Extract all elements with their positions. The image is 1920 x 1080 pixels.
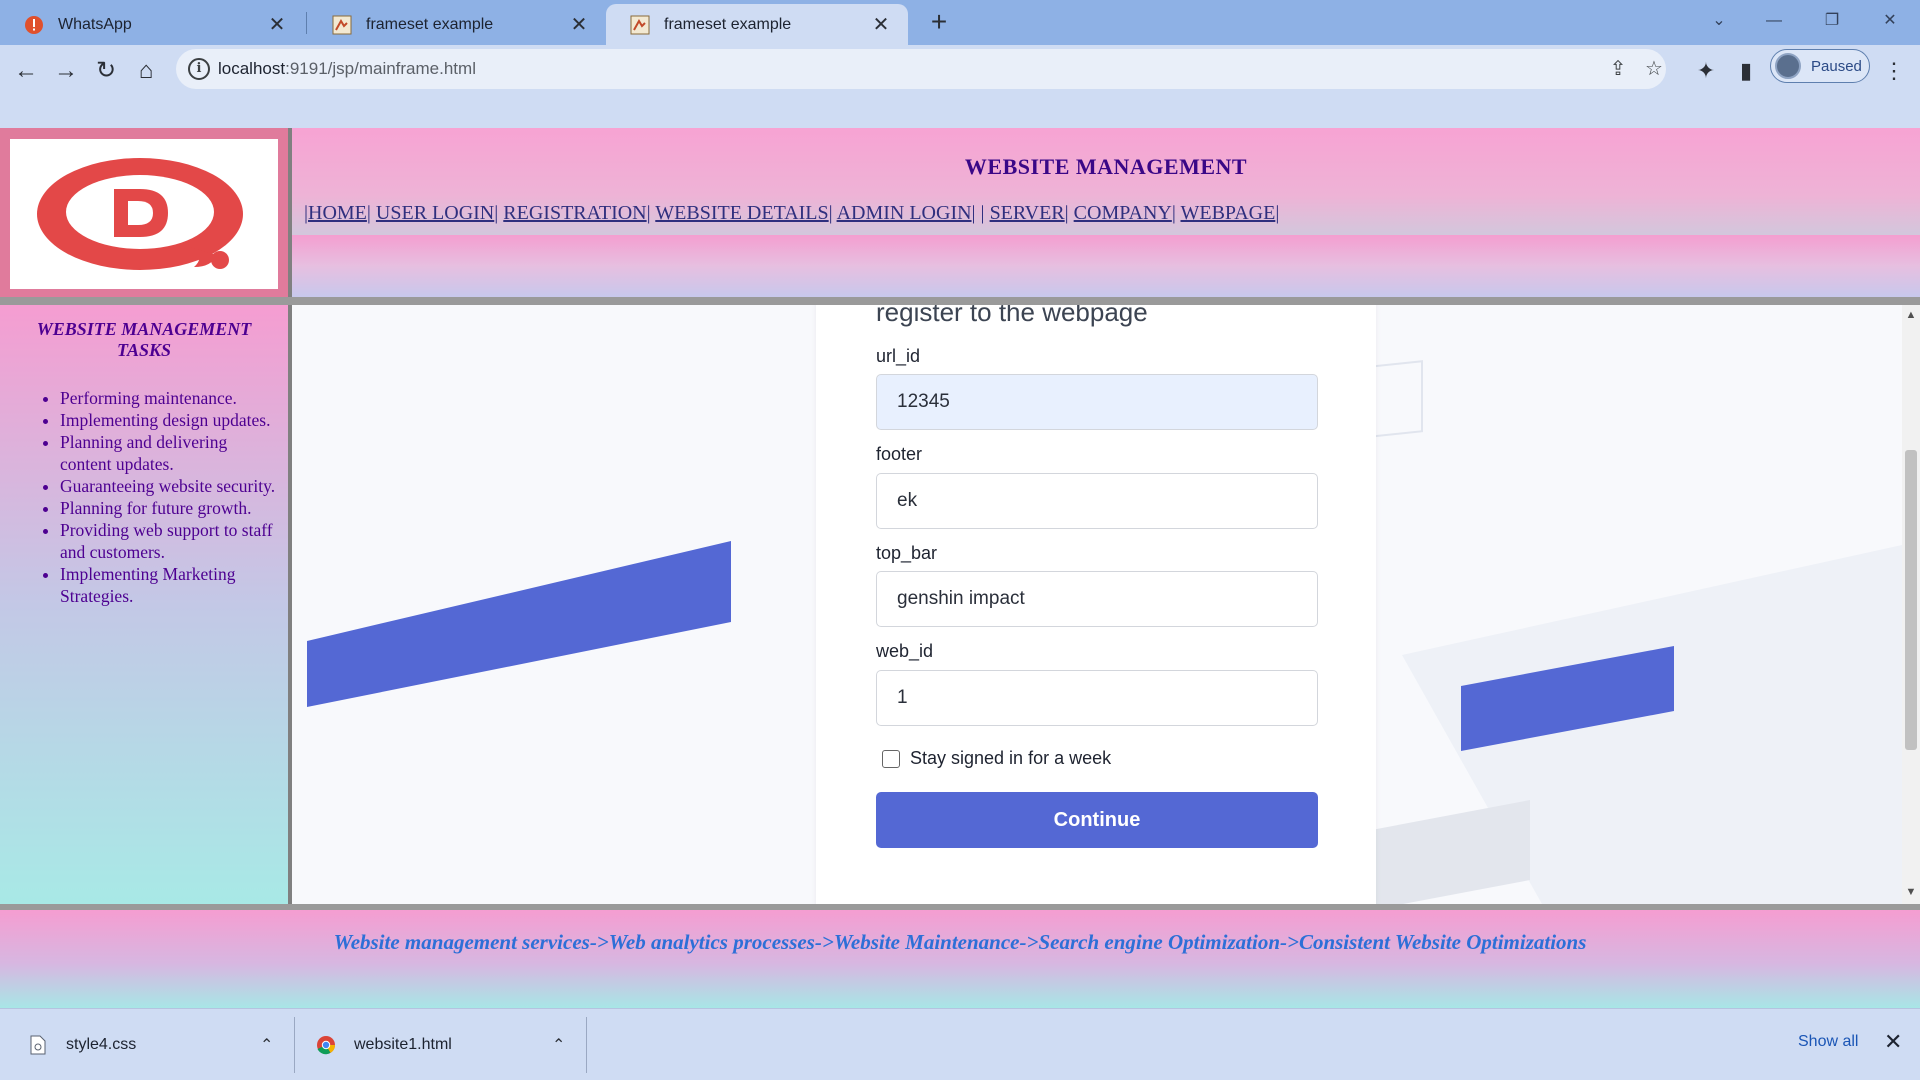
tab-title: WhatsApp: [58, 15, 132, 33]
chevron-up-icon[interactable]: ⌃: [260, 1035, 273, 1055]
page-favicon: [630, 15, 650, 35]
d-logo-icon: [37, 158, 243, 270]
tab-title: frameset example: [664, 15, 792, 33]
close-window-icon[interactable]: ✕: [1870, 6, 1910, 36]
tab-title: frameset example: [366, 15, 494, 33]
nav-user-login-link[interactable]: USER LOGIN: [376, 202, 494, 224]
list-item: Implementing Marketing Strategies.: [60, 563, 276, 607]
forward-arrow-icon[interactable]: →: [48, 53, 84, 89]
continue-button[interactable]: Continue: [876, 792, 1318, 848]
close-tab-icon[interactable]: ✕: [870, 14, 892, 36]
page-title: WEBSITE MANAGEMENT: [964, 154, 1248, 179]
nav-webpage-link[interactable]: WEBPAGE: [1181, 202, 1276, 224]
list-item: Performing maintenance.: [60, 387, 276, 409]
address-bar[interactable]: i localhost:9191/jsp/mainframe.html ⇪ ☆: [176, 49, 1666, 89]
frameset-page: WEBSITE MANAGEMENT |HOME| USER LOGIN| RE…: [0, 128, 1920, 1008]
scrollbar-thumb[interactable]: [1905, 450, 1917, 750]
bookmark-star-icon[interactable]: ☆: [1642, 57, 1666, 81]
close-tab-icon[interactable]: ✕: [266, 14, 288, 36]
footer-marquee-text: Website management services->Web analyti…: [333, 930, 1587, 954]
download-shelf: style4.css ⌃ website1.html ⌃ Show all ✕: [0, 1008, 1920, 1080]
site-info-icon[interactable]: i: [188, 58, 210, 80]
tab-search-chevron-icon[interactable]: ⌄: [1699, 6, 1739, 36]
list-item: Providing web support to staff and custo…: [60, 519, 276, 563]
top-bar-input[interactable]: genshin impact: [876, 571, 1318, 627]
logo-frame: [0, 128, 288, 297]
download-item-website1[interactable]: website1.html ⌃: [316, 1009, 566, 1080]
top-nav: |HOME| USER LOGIN| REGISTRATION| WEBSITE…: [304, 202, 1280, 224]
tab-frameset-1[interactable]: frameset example ✕: [308, 4, 606, 45]
header-band: [292, 235, 1920, 297]
close-tab-icon[interactable]: ✕: [568, 14, 590, 36]
stay-signed-in-label: Stay signed in for a week: [910, 748, 1112, 768]
list-item: Planning and delivering content updates.: [60, 431, 276, 475]
home-icon[interactable]: ⌂: [128, 53, 164, 89]
nav-admin-login-link[interactable]: ADMIN LOGIN: [837, 202, 972, 224]
shelf-separator: [586, 1017, 587, 1073]
list-item: Planning for future growth.: [60, 497, 276, 519]
scrollbar[interactable]: ▲ ▼: [1902, 305, 1920, 904]
download-item-style4[interactable]: style4.css ⌃: [28, 1009, 278, 1080]
restore-icon[interactable]: ❐: [1812, 6, 1852, 36]
registration-card: register to the webpage url_id 12345 foo…: [816, 305, 1376, 904]
url-path: :9191/jsp/mainframe.html: [285, 59, 476, 78]
whatsapp-alert-icon: [24, 15, 44, 35]
browser-tab-strip: WhatsApp ✕ frameset example ✕ frameset e…: [0, 0, 1920, 45]
url-host: localhost: [218, 59, 286, 78]
minimize-icon[interactable]: —: [1754, 6, 1794, 36]
tab-frameset-active[interactable]: frameset example ✕: [606, 4, 908, 45]
frame-divider[interactable]: [0, 297, 1920, 305]
logo: [10, 139, 278, 289]
share-icon[interactable]: ⇪: [1606, 57, 1630, 81]
footer-input[interactable]: ek: [876, 473, 1318, 529]
web-id-input[interactable]: 1: [876, 670, 1318, 726]
scroll-down-icon[interactable]: ▼: [1905, 886, 1917, 900]
profile-status: Paused: [1811, 57, 1862, 75]
stay-signed-in-checkbox[interactable]: [882, 750, 900, 768]
sidebar-title: WEBSITE MANAGEMENT TASKS: [36, 319, 252, 360]
top-bar-label: top_bar: [876, 543, 938, 563]
tab-separator: [306, 12, 307, 34]
side-panel-icon[interactable]: ▮: [1728, 53, 1764, 89]
browser-toolbar: ← → ↻ ⌂ i localhost:9191/jsp/mainframe.h…: [0, 45, 1920, 131]
download-filename: style4.css: [66, 1036, 137, 1053]
extensions-puzzle-icon[interactable]: ✦: [1688, 53, 1724, 89]
url-id-input[interactable]: 12345: [876, 374, 1318, 430]
sidebar-frame: WEBSITE MANAGEMENT TASKS Performing main…: [0, 305, 288, 904]
menu-kebab-icon[interactable]: ⋮: [1876, 53, 1912, 89]
nav-registration-link[interactable]: REGISTRATION: [503, 202, 646, 224]
footer-label: footer: [876, 444, 923, 464]
footer-frame: Website management services->Web analyti…: [0, 910, 1920, 1008]
sidebar-task-list: Performing maintenance. Implementing des…: [40, 387, 276, 607]
reload-icon[interactable]: ↻: [88, 53, 124, 89]
tab-whatsapp[interactable]: WhatsApp ✕: [0, 4, 304, 45]
nav-home-link[interactable]: HOME: [308, 202, 367, 224]
shelf-separator: [294, 1017, 295, 1073]
header-frame: WEBSITE MANAGEMENT |HOME| USER LOGIN| RE…: [292, 128, 1920, 297]
chrome-icon: [316, 1034, 336, 1056]
list-item: Implementing design updates.: [60, 409, 276, 431]
form-heading: register to the webpage: [876, 305, 1148, 327]
avatar: [1775, 53, 1801, 79]
nav-server-link[interactable]: SERVER: [990, 202, 1065, 224]
scroll-up-icon[interactable]: ▲: [1905, 309, 1917, 323]
chevron-up-icon[interactable]: ⌃: [552, 1035, 565, 1055]
close-shelf-icon[interactable]: ✕: [1884, 1029, 1902, 1055]
url-text[interactable]: localhost:9191/jsp/mainframe.html: [218, 59, 476, 79]
url-id-label: url_id: [876, 346, 921, 366]
new-tab-plus-icon[interactable]: +: [922, 6, 956, 40]
web-id-label: web_id: [876, 641, 934, 661]
nav-company-link[interactable]: COMPANY: [1074, 202, 1172, 224]
show-all-downloads-link[interactable]: Show all: [1798, 1033, 1858, 1051]
nav-website-details-link[interactable]: WEBSITE DETAILS: [655, 202, 828, 224]
download-filename: website1.html: [354, 1036, 452, 1053]
page-favicon: [332, 15, 352, 35]
main-frame: register to the webpage url_id 12345 foo…: [292, 305, 1920, 904]
profile-button[interactable]: Paused: [1770, 49, 1870, 83]
list-item: Guaranteeing website security.: [60, 475, 276, 497]
file-icon: [28, 1034, 48, 1056]
back-arrow-icon[interactable]: ←: [8, 53, 44, 89]
